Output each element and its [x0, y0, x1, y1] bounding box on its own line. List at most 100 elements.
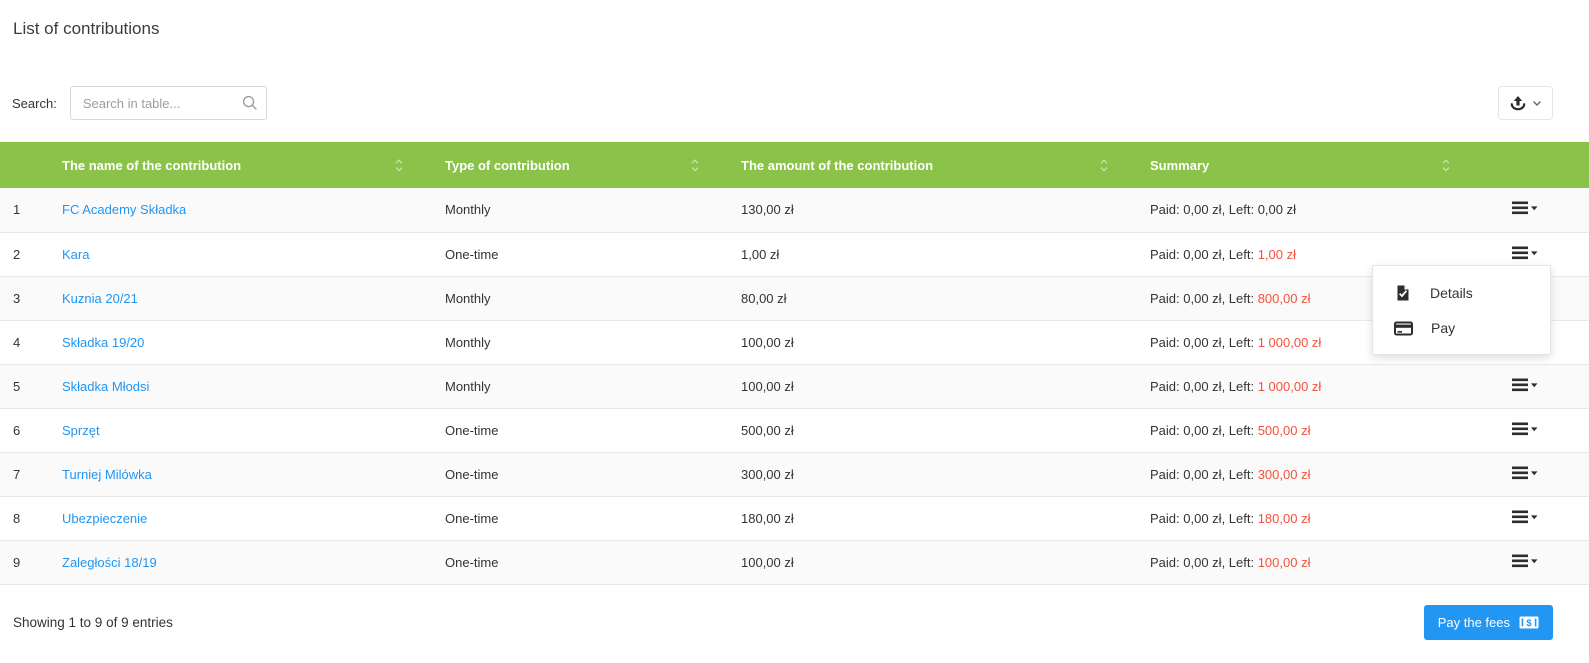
summary-cell: Paid: 0,00 zł, Left: 100,00 zł — [1150, 540, 1512, 585]
summary-left-label: , Left: — [1221, 510, 1258, 526]
contribution-link[interactable]: Turniej Milówka — [62, 467, 152, 482]
entries-info: Showing 1 to 9 of 9 entries — [13, 614, 173, 630]
summary-paid-label: Paid: — [1150, 246, 1184, 262]
column-header-name[interactable]: The name of the contribution — [62, 142, 445, 188]
sort-icon[interactable] — [395, 158, 403, 173]
contribution-name-cell: Składka 19/20 — [62, 320, 445, 365]
summary-paid-label: Paid: — [1150, 422, 1184, 438]
summary-left-label: , Left: — [1221, 334, 1258, 350]
row-index-cell: 6 — [0, 408, 62, 453]
contribution-name-cell: Ubezpieczenie — [62, 496, 445, 541]
table-row: 7 Turniej Milówka One-time 300,00 zł Paid: 0… — [0, 452, 1589, 497]
column-header-summary[interactable]: Summary — [1150, 142, 1512, 188]
table-row: 5 Składka Młodsi Monthly 100,00 zł Paid: 0,0… — [0, 364, 1589, 409]
actions-cell — [1512, 496, 1589, 541]
search-icon — [242, 95, 258, 111]
row-actions-button[interactable] — [1512, 509, 1538, 525]
sort-icon[interactable] — [691, 158, 699, 173]
summary-left-value: 300,00 zł — [1257, 466, 1311, 482]
table-row: 4 Składka 19/20 Monthly 100,00 zł Paid: 0,00… — [0, 320, 1589, 365]
hamburger-caret-icon — [1512, 554, 1538, 567]
contribution-link[interactable]: Składka 19/20 — [62, 335, 144, 350]
search-input[interactable] — [69, 86, 267, 120]
contribution-type-cell: One-time — [445, 408, 741, 453]
contribution-link[interactable]: Ubezpieczenie — [62, 511, 147, 526]
contribution-type-cell: One-time — [445, 496, 741, 541]
export-icon — [1509, 95, 1527, 112]
row-actions-button[interactable] — [1512, 245, 1538, 261]
summary-cell: Paid: 0,00 zł, Left: 300,00 zł — [1150, 452, 1512, 497]
contribution-name-cell: Składka Młodsi — [62, 364, 445, 409]
summary-left-value: 0,00 zł — [1257, 202, 1297, 218]
summary-left-value: 1,00 zł — [1257, 246, 1297, 262]
column-header-label: Summary — [1150, 157, 1210, 173]
contribution-name-cell: Turniej Milówka — [62, 452, 445, 497]
hamburger-caret-icon — [1512, 201, 1538, 215]
contribution-link[interactable]: Zaległości 18/19 — [62, 555, 157, 570]
contribution-type-cell: Monthly — [445, 188, 741, 233]
row-actions-button[interactable] — [1512, 465, 1538, 481]
summary-paid-value: 0,00 zł — [1183, 246, 1222, 262]
column-header-type[interactable]: Type of contribution — [445, 142, 741, 188]
contribution-amount-cell: 100,00 zł — [741, 540, 1150, 585]
summary-paid-value: 0,00 zł — [1183, 202, 1222, 218]
actions-cell — [1512, 452, 1589, 497]
table-row: 1 FC Academy Składka Monthly 130,00 zł Paid:… — [0, 188, 1589, 233]
row-actions-button[interactable] — [1512, 553, 1538, 569]
summary-paid-value: 0,00 zł — [1183, 554, 1222, 570]
contribution-link[interactable]: Składka Młodsi — [62, 379, 149, 394]
contributions-table: The name of the contribution Type of con… — [0, 142, 1589, 585]
credit-card-icon — [1394, 321, 1413, 336]
column-header-label: The name of the contribution — [62, 157, 242, 173]
contribution-name-cell: FC Academy Składka — [62, 188, 445, 233]
hamburger-caret-icon — [1512, 378, 1538, 391]
sort-icon[interactable] — [1442, 158, 1450, 173]
contribution-amount-cell: 180,00 zł — [741, 496, 1150, 541]
svg-text:$: $ — [1526, 617, 1532, 628]
contribution-type-cell: Monthly — [445, 364, 741, 409]
table-row: 8 Ubezpieczenie One-time 180,00 zł Paid: 0,0… — [0, 496, 1589, 541]
hamburger-caret-icon — [1512, 466, 1538, 479]
column-header-index — [0, 142, 62, 188]
contribution-amount-cell: 1,00 zł — [741, 232, 1150, 277]
summary-paid-value: 0,00 zł — [1183, 334, 1222, 350]
column-header-amount[interactable]: The amount of the contribution — [741, 142, 1150, 188]
row-actions-button[interactable] — [1512, 377, 1538, 393]
summary-paid-label: Paid: — [1150, 510, 1184, 526]
contribution-link[interactable]: Kuznia 20/21 — [62, 291, 138, 306]
summary-left-value: 800,00 zł — [1257, 290, 1311, 306]
summary-left-label: , Left: — [1221, 422, 1258, 438]
contribution-amount-cell: 300,00 zł — [741, 452, 1150, 497]
row-index-cell: 9 — [0, 540, 62, 585]
menu-item-details[interactable]: Details — [1373, 275, 1550, 311]
summary-left-value: 1 000,00 zł — [1257, 334, 1322, 350]
pay-the-fees-button[interactable]: Pay the fees $ — [1423, 604, 1553, 640]
menu-item-pay[interactable]: Pay — [1373, 311, 1550, 345]
hamburger-caret-icon — [1512, 246, 1538, 259]
export-button[interactable] — [1498, 86, 1553, 120]
table-header: The name of the contribution Type of con… — [0, 142, 1589, 188]
summary-paid-value: 0,00 zł — [1183, 290, 1222, 306]
document-check-icon — [1394, 284, 1412, 302]
summary-left-value: 500,00 zł — [1257, 422, 1311, 438]
contribution-amount-cell: 100,00 zł — [741, 364, 1150, 409]
contribution-amount-cell: 500,00 zł — [741, 408, 1150, 453]
row-index-cell: 4 — [0, 320, 62, 365]
summary-cell: Paid: 0,00 zł, Left: 1 000,00 zł — [1150, 364, 1512, 409]
column-header-label: The amount of the contribution — [741, 157, 934, 173]
sort-icon[interactable] — [1100, 158, 1108, 173]
contribution-link[interactable]: Kara — [62, 247, 89, 262]
summary-left-label: , Left: — [1221, 466, 1258, 482]
contribution-type-cell: One-time — [445, 232, 741, 277]
row-actions-button[interactable] — [1512, 421, 1538, 437]
contribution-name-cell: Kara — [62, 232, 445, 277]
contribution-link[interactable]: FC Academy Składka — [62, 202, 186, 217]
row-actions-button[interactable] — [1512, 200, 1538, 216]
summary-left-value: 100,00 zł — [1257, 554, 1311, 570]
table-row: 6 Sprzęt One-time 500,00 zł Paid: 0,00 zł, L… — [0, 408, 1589, 453]
contribution-link[interactable]: Sprzęt — [62, 423, 100, 438]
row-index-cell: 1 — [0, 188, 62, 233]
contribution-amount-cell: 80,00 zł — [741, 276, 1150, 321]
toolbar: Search: — [12, 86, 1553, 120]
row-index-cell: 2 — [0, 232, 62, 277]
